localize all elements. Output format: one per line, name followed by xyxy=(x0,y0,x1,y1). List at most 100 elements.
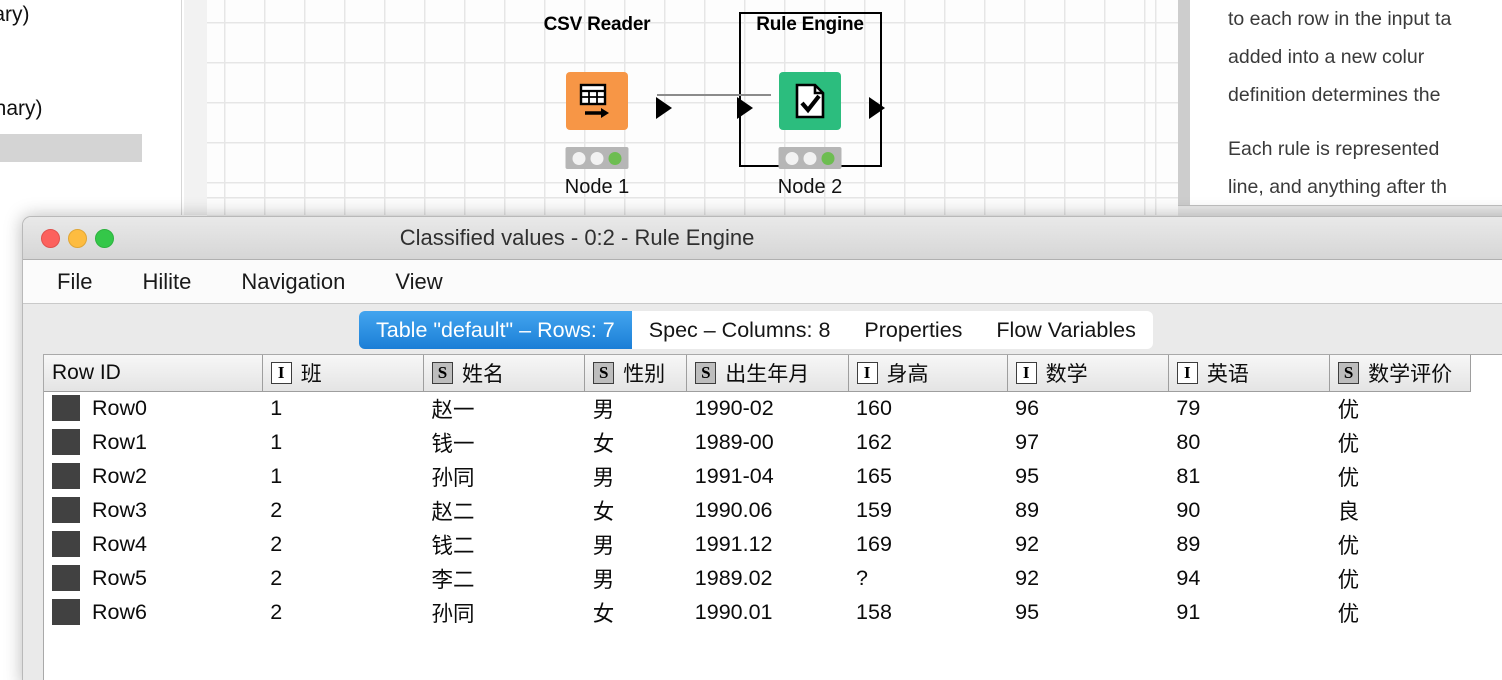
input-port-arrow[interactable] xyxy=(737,97,753,119)
dialog-titlebar[interactable]: Classified values - 0:2 - Rule Engine xyxy=(23,217,1502,260)
repository-selected-row[interactable] xyxy=(0,134,142,162)
table-row[interactable]: Row1 1 钱一 女 1989-00 162 97 80 优 xyxy=(44,425,1471,459)
table-row[interactable]: Row3 2 赵二 女 1990.06 159 89 90 良 xyxy=(44,493,1471,527)
cell-shuxuepingjia[interactable]: 优 xyxy=(1329,425,1471,459)
row-id-cell[interactable]: Row5 xyxy=(44,561,263,595)
table-row[interactable]: Row5 2 李二 男 1989.02 ? 92 94 优 xyxy=(44,561,1471,595)
cell-xingbie[interactable]: 女 xyxy=(584,425,687,459)
output-port-arrow[interactable] xyxy=(869,97,885,119)
table-row[interactable]: Row4 2 钱二 男 1991.12 169 92 89 优 xyxy=(44,527,1471,561)
tab-table[interactable]: Table "default" – Rows: 7 xyxy=(359,311,632,349)
cell-shengao[interactable]: 165 xyxy=(848,459,1008,493)
cell-xingbie[interactable]: 女 xyxy=(584,493,687,527)
cell-shengao[interactable]: 162 xyxy=(848,425,1008,459)
output-port-arrow[interactable] xyxy=(656,97,672,119)
cell-shuxue[interactable]: 92 xyxy=(1007,561,1169,595)
cell-shuxue[interactable]: 96 xyxy=(1007,391,1169,425)
workflow-canvas[interactable]: CSV Reader Node 1 Rule Engine Node 2 xyxy=(207,0,1178,215)
column-header-xingbie[interactable]: S 性别 xyxy=(584,355,688,392)
cell-chusheng[interactable]: 1991-04 xyxy=(686,459,849,493)
table-row[interactable]: Row2 1 孙同 男 1991-04 165 95 81 优 xyxy=(44,459,1471,493)
left-panel-scrollbar-track[interactable] xyxy=(184,0,385,215)
cell-shuxuepingjia[interactable]: 良 xyxy=(1329,493,1471,527)
cell-yingyu[interactable]: 89 xyxy=(1168,527,1330,561)
cell-shuxuepingjia[interactable]: 优 xyxy=(1329,459,1471,493)
cell-chusheng[interactable]: 1989-00 xyxy=(686,425,849,459)
cell-xingming[interactable]: 赵一 xyxy=(423,391,585,425)
cell-shengao[interactable]: 158 xyxy=(848,595,1008,629)
repository-item-1[interactable]: onary) xyxy=(0,3,30,27)
menu-item-navigation[interactable]: Navigation xyxy=(241,269,345,295)
cell-shuxuepingjia[interactable]: 优 xyxy=(1329,391,1471,425)
column-header-shuxue[interactable]: I 数学 xyxy=(1007,355,1169,392)
cell-ban[interactable]: 2 xyxy=(262,561,424,595)
cell-xingming[interactable]: 孙同 xyxy=(423,595,585,629)
tab-flow-variables[interactable]: Flow Variables xyxy=(979,311,1153,349)
minimize-button[interactable] xyxy=(68,228,87,248)
row-id-cell[interactable]: Row4 xyxy=(44,527,263,561)
column-header-chushengnianyue[interactable]: S 出生年月 xyxy=(686,355,849,392)
column-header-shuxuepingjia[interactable]: S 数学评价 xyxy=(1329,355,1471,392)
cell-shuxue[interactable]: 89 xyxy=(1007,493,1169,527)
tab-spec[interactable]: Spec – Columns: 8 xyxy=(631,311,848,349)
cell-xingming[interactable]: 钱一 xyxy=(423,425,585,459)
close-button[interactable] xyxy=(41,228,60,248)
cell-shuxuepingjia[interactable]: 优 xyxy=(1329,595,1471,629)
cell-shengao[interactable]: 159 xyxy=(848,493,1008,527)
cell-ban[interactable]: 1 xyxy=(262,391,424,425)
cell-chusheng[interactable]: 1989.02 xyxy=(686,561,849,595)
cell-shuxuepingjia[interactable]: 优 xyxy=(1329,561,1471,595)
cell-shengao[interactable]: 160 xyxy=(848,391,1008,425)
table-row[interactable]: Row0 1 赵一 男 1990-02 160 96 79 优 xyxy=(44,391,1471,425)
row-id-cell[interactable]: Row1 xyxy=(44,425,263,459)
cell-shuxue[interactable]: 92 xyxy=(1007,527,1169,561)
column-header-xingming[interactable]: S 姓名 xyxy=(423,355,586,392)
cell-xingming[interactable]: 孙同 xyxy=(423,459,585,493)
cell-yingyu[interactable]: 90 xyxy=(1168,493,1330,527)
docs-panel-scrollbar[interactable] xyxy=(1178,0,1190,205)
cell-xingbie[interactable]: 男 xyxy=(584,561,687,595)
row-id-cell[interactable]: Row3 xyxy=(44,493,263,527)
cell-xingbie[interactable]: 男 xyxy=(584,459,687,493)
cell-yingyu[interactable]: 79 xyxy=(1168,391,1330,425)
node-label[interactable]: Node 1 xyxy=(565,176,630,199)
row-id-cell[interactable]: Row6 xyxy=(44,595,263,629)
cell-ban[interactable]: 2 xyxy=(262,527,424,561)
cell-shuxuepingjia[interactable]: 优 xyxy=(1329,527,1471,561)
node-label[interactable]: Node 2 xyxy=(778,176,843,199)
cell-chusheng[interactable]: 1991.12 xyxy=(686,527,849,561)
cell-yingyu[interactable]: 81 xyxy=(1168,459,1330,493)
cell-ban[interactable]: 1 xyxy=(262,425,424,459)
menu-item-view[interactable]: View xyxy=(395,269,442,295)
menu-item-file[interactable]: File xyxy=(57,269,92,295)
tab-properties[interactable]: Properties xyxy=(847,311,980,349)
zoom-button[interactable] xyxy=(95,228,114,248)
cell-xingbie[interactable]: 男 xyxy=(584,391,687,425)
cell-xingbie[interactable]: 男 xyxy=(584,527,687,561)
node-csv-reader[interactable]: CSV Reader Node 1 xyxy=(512,14,682,204)
table-row[interactable]: Row6 2 孙同 女 1990.01 158 95 91 优 xyxy=(44,595,1471,629)
cell-shuxue[interactable]: 95 xyxy=(1007,459,1169,493)
column-header-ban[interactable]: I 班 xyxy=(262,355,424,392)
cell-xingbie[interactable]: 女 xyxy=(584,595,687,629)
column-header-yingyu[interactable]: I 英语 xyxy=(1168,355,1331,392)
data-table-container[interactable]: Row ID I 班 S 姓名 S 性别 S 出生年月 I 身高 I 数学 I … xyxy=(43,354,1502,680)
menu-item-hilite[interactable]: Hilite xyxy=(142,269,191,295)
cell-yingyu[interactable]: 94 xyxy=(1168,561,1330,595)
cell-xingming[interactable]: 李二 xyxy=(423,561,585,595)
node-rule-engine[interactable]: Rule Engine Node 2 xyxy=(725,14,895,204)
row-id-cell[interactable]: Row0 xyxy=(44,391,263,425)
cell-yingyu[interactable]: 91 xyxy=(1168,595,1330,629)
cell-chusheng[interactable]: 1990.01 xyxy=(686,595,849,629)
column-header-shengao[interactable]: I 身高 xyxy=(848,355,1008,392)
cell-chusheng[interactable]: 1990.06 xyxy=(686,493,849,527)
cell-ban[interactable]: 2 xyxy=(262,493,424,527)
cell-shengao[interactable]: 169 xyxy=(848,527,1008,561)
column-header-rowid[interactable]: Row ID xyxy=(44,355,263,392)
cell-shengao-missing[interactable]: ? xyxy=(848,561,1008,595)
cell-ban[interactable]: 2 xyxy=(262,595,424,629)
cell-chusheng[interactable]: 1990-02 xyxy=(686,391,849,425)
cell-ban[interactable]: 1 xyxy=(262,459,424,493)
cell-shuxue[interactable]: 95 xyxy=(1007,595,1169,629)
cell-shuxue[interactable]: 97 xyxy=(1007,425,1169,459)
